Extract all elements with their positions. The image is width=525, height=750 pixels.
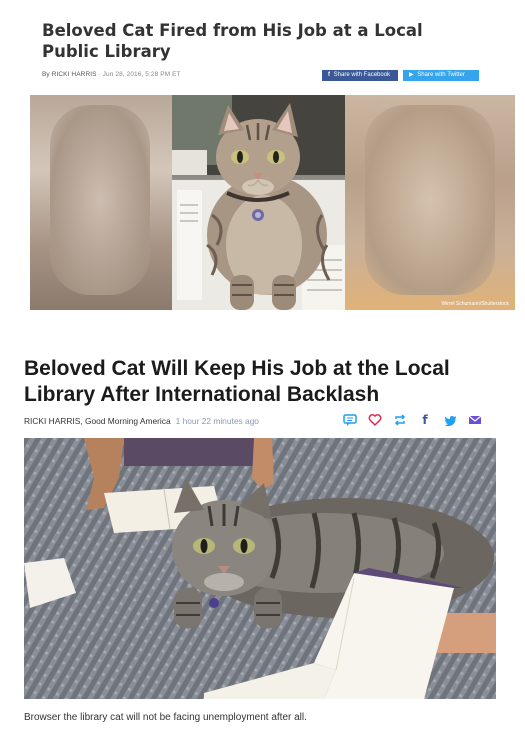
author[interactable]: By RICKI HARRIS xyxy=(42,71,97,78)
photo-credit: Wirrel Schumann/Shutterstock xyxy=(441,301,509,307)
retweet-icon[interactable] xyxy=(393,413,407,427)
time-ago: 1 hour 22 minutes ago xyxy=(175,416,259,426)
comment-icon[interactable] xyxy=(343,413,357,427)
share-facebook-button[interactable]: f Share with Facebook xyxy=(322,70,398,81)
cat-illustration xyxy=(172,95,345,310)
twitter-icon[interactable] xyxy=(443,413,457,427)
cat-with-books-illustration xyxy=(24,438,496,699)
cat-photo xyxy=(172,95,345,310)
twitter-icon: ▶ xyxy=(409,72,414,78)
blurred-background-right xyxy=(345,95,515,310)
share-twitter-button[interactable]: ▶ Share with Twitter xyxy=(403,70,479,81)
byline-top: By RICKI HARRIS · Jun 28, 2016, 5:28 PM … xyxy=(42,71,181,78)
blurred-background-left xyxy=(30,95,172,310)
author-source[interactable]: RICKI HARRIS, Good Morning America xyxy=(24,416,171,426)
heart-icon[interactable] xyxy=(368,413,382,427)
article-top: Beloved Cat Fired from His Job at a Loca… xyxy=(0,0,525,322)
share-twitter-label: Share with Twitter xyxy=(417,72,465,78)
facebook-icon[interactable]: f xyxy=(418,413,432,427)
email-icon[interactable] xyxy=(468,413,482,427)
headline-fired[interactable]: Beloved Cat Fired from His Job at a Loca… xyxy=(42,20,482,62)
facebook-icon: f xyxy=(328,72,330,78)
hero-image-cat-on-newspaper: Wirrel Schumann/Shutterstock xyxy=(30,95,515,310)
date: Jun 28, 2016, 5:28 PM ET xyxy=(102,71,181,78)
share-facebook-label: Share with Facebook xyxy=(333,72,391,78)
separator xyxy=(0,322,525,330)
byline-bottom: RICKI HARRIS, Good Morning America 1 hour… xyxy=(24,416,259,426)
hero-image-cat-with-books xyxy=(24,438,496,699)
headline-keeps-job[interactable]: Beloved Cat Will Keep His Job at the Loc… xyxy=(24,356,494,408)
image-caption: Browser the library cat will not be faci… xyxy=(24,712,307,723)
